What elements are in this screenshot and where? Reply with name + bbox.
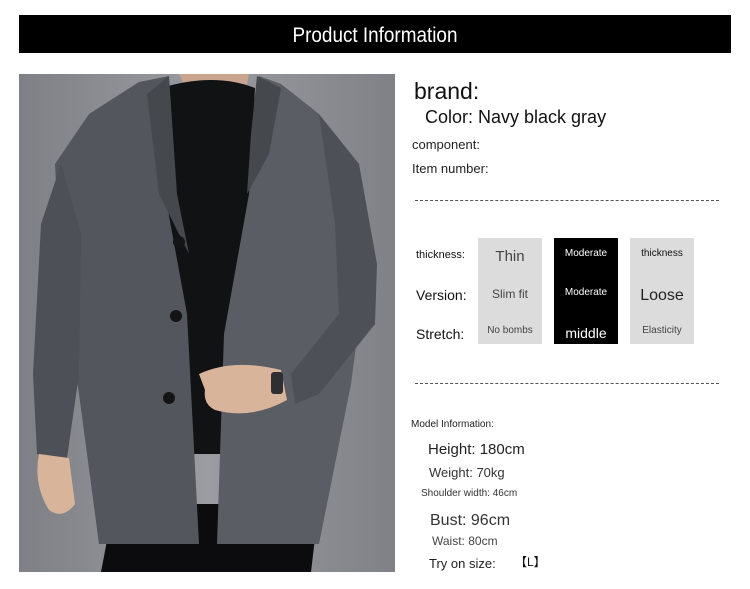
- page-title: Product Information: [292, 24, 458, 47]
- component-label: component:: [412, 137, 480, 152]
- stretch-label: Stretch:: [416, 326, 465, 342]
- option-card-2-selected[interactable]: Moderate Moderate middle: [554, 238, 618, 344]
- version-label: Version:: [416, 287, 467, 303]
- option-card-1[interactable]: Thin Slim fit No bombs: [478, 238, 542, 344]
- option-value: Thin: [495, 248, 525, 265]
- model-waist: Waist: 80cm: [432, 534, 498, 548]
- brand-label: brand:: [414, 78, 480, 104]
- option-value: Elasticity: [642, 325, 682, 336]
- option-value: Loose: [640, 287, 684, 304]
- item-number-label: Item number:: [412, 161, 489, 176]
- option-value: Slim fit: [492, 287, 528, 301]
- thickness-label: thickness:: [416, 249, 465, 261]
- divider: [415, 383, 719, 384]
- model-height: Height: 180cm: [428, 441, 525, 458]
- option-value: Moderate: [564, 248, 608, 259]
- option-value: No bombs: [487, 325, 533, 336]
- model-info-heading: Model Information:: [411, 419, 494, 430]
- product-photo: [19, 74, 395, 572]
- option-value: Moderate: [564, 287, 608, 298]
- model-shoulder: Shoulder width: 46cm: [421, 488, 518, 499]
- try-on-label: Try on size:: [429, 556, 496, 571]
- color-label: Color: Navy black gray: [425, 107, 607, 127]
- option-value: thickness: [641, 248, 683, 259]
- option-value: middle: [565, 325, 607, 341]
- model-weight: Weight: 70kg: [429, 465, 505, 480]
- model-bust: Bust: 96cm: [430, 512, 511, 529]
- divider: [415, 200, 719, 201]
- header-bar: Product Information: [19, 15, 731, 53]
- try-on-size: 【L】: [515, 555, 546, 569]
- option-card-3[interactable]: thickness Loose Elasticity: [630, 238, 694, 344]
